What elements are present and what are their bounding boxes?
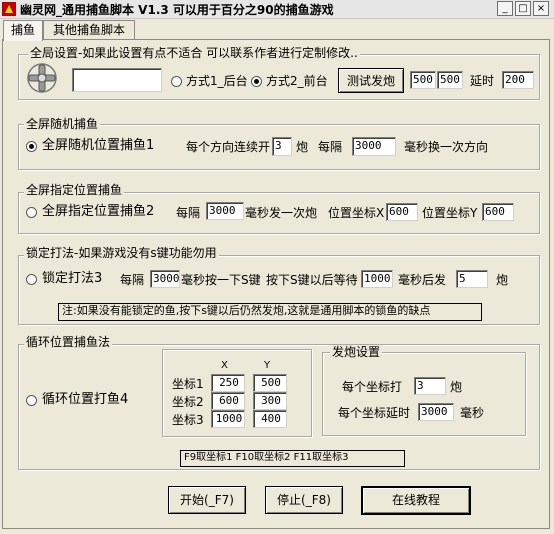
fixed-every-label: 每隔	[176, 206, 201, 220]
app-logo-icon	[2, 2, 16, 16]
tab-other-scripts[interactable]: 其他捕鱼脚本	[43, 20, 135, 39]
loop-position-label: 循环位置打鱼4	[42, 392, 129, 407]
crosshair-drag-icon[interactable]	[26, 62, 58, 94]
lock-shots-input[interactable]: 5	[456, 270, 488, 288]
every-label: 每隔	[318, 140, 343, 154]
each-coord-delay-input[interactable]: 3000	[418, 403, 454, 421]
mode1-radio[interactable]	[171, 76, 182, 87]
lock-wait-input[interactable]: 1000	[361, 270, 393, 288]
lock-interval-input[interactable]: 3000	[150, 270, 180, 288]
lock-target-radio[interactable]	[26, 274, 37, 285]
tab-fishing[interactable]: 捕鱼	[3, 20, 43, 41]
position-y-label: 位置坐标Y	[422, 206, 478, 220]
coord3-y-input[interactable]: 400	[253, 410, 287, 428]
window-title: 幽灵网_通用捕鱼脚本 V1.3 可以用于百分之90的捕鱼游戏	[20, 3, 334, 17]
test-fire-button[interactable]: 测试发炮	[338, 68, 404, 93]
fixed-position-label: 全屏指定位置捕鱼2	[42, 204, 155, 219]
random-fishing-label: 全屏随机位置捕鱼1	[42, 138, 155, 153]
loop-shot-unit-label: 炮	[450, 380, 463, 394]
start-button[interactable]: 开始(_F7)	[168, 486, 246, 514]
lock-shot-unit-label: 炮	[496, 273, 509, 287]
fixed-position-radio[interactable]	[26, 207, 37, 218]
after-s-wait-label: 按下S键以后等待	[266, 273, 358, 287]
fixed-interval-input[interactable]: 3000	[206, 202, 244, 220]
coord1-y-input[interactable]: 500	[253, 374, 287, 392]
delay-input[interactable]: 200	[502, 71, 534, 89]
coord-y-header: Y	[264, 360, 271, 371]
global-settings-legend: 全局设置-如果此设置有点不适合 可以联系作者进行定制修改..	[28, 46, 360, 60]
value-a-input[interactable]: 500	[410, 71, 436, 89]
loop-position-radio[interactable]	[26, 395, 37, 406]
mode1-label: 方式1_后台	[186, 74, 248, 88]
position-x-label: 位置坐标X	[328, 206, 385, 220]
direction-interval-input[interactable]: 3000	[352, 137, 396, 156]
minimize-button[interactable]: _	[497, 1, 513, 16]
coord-row-label: 坐标3	[172, 413, 204, 427]
ms-then-fire-label: 毫秒后发	[398, 273, 447, 287]
each-coord-delay-label: 每个坐标延时	[338, 406, 411, 420]
hotkeys-hint: F9取坐标1 F10取坐标2 F11取坐标3	[180, 450, 405, 467]
lock-target-legend: 锁定打法-如果游戏没有s键功能勿用	[24, 246, 219, 260]
loop-position-legend: 循环位置捕鱼法	[24, 335, 113, 349]
each-coord-shots-input[interactable]: 3	[414, 377, 446, 395]
coord2-y-input[interactable]: 300	[253, 392, 287, 410]
position-y-input[interactable]: 600	[482, 203, 514, 221]
online-tutorial-button[interactable]: 在线教程	[361, 486, 471, 515]
shots-per-direction-input[interactable]: 3	[272, 137, 292, 156]
coord2-x-input[interactable]: 600	[211, 392, 245, 410]
random-fishing-radio[interactable]	[26, 141, 37, 152]
fixed-ms-label: 毫秒发一次炮	[245, 206, 318, 220]
delay-label: 延时	[470, 74, 495, 88]
stop-button[interactable]: 停止(_F8)	[265, 486, 343, 514]
each-coord-shots-label: 每个坐标打	[342, 380, 403, 394]
lock-note: 注:如果没有能锁定的鱼,按下s键以后仍然发炮,这就是通用脚本的锁鱼的缺点	[58, 303, 482, 321]
value-b-input[interactable]: 500	[437, 71, 463, 89]
each-direction-label: 每个方向连续开	[186, 140, 271, 154]
coord-x-header: X	[221, 360, 228, 371]
random-fishing-legend: 全屏随机捕鱼	[24, 117, 101, 131]
mode2-label: 方式2_前台	[266, 74, 328, 88]
window-handle-input[interactable]	[72, 68, 162, 92]
coord1-x-input[interactable]: 250	[211, 374, 245, 392]
loop-ms-label: 毫秒	[460, 406, 485, 420]
coord3-x-input[interactable]: 1000	[211, 410, 245, 428]
maximize-button[interactable]: □	[515, 1, 531, 16]
coord-row-label: 坐标2	[172, 395, 204, 409]
shot-unit-label: 炮	[296, 140, 309, 154]
close-button[interactable]: ×	[533, 1, 549, 16]
lock-every-label: 每隔	[120, 273, 145, 287]
coord-row-label: 坐标1	[172, 377, 204, 391]
press-s-label: 毫秒按一下S键	[181, 273, 261, 287]
position-x-input[interactable]: 600	[386, 203, 418, 221]
fixed-position-legend: 全屏指定位置捕鱼	[24, 183, 125, 197]
lock-target-label: 锁定打法3	[42, 271, 103, 286]
ms-change-direction-label: 毫秒换一次方向	[404, 140, 489, 154]
mode2-radio[interactable]	[251, 76, 262, 87]
fire-settings-legend: 发炮设置	[330, 345, 383, 359]
